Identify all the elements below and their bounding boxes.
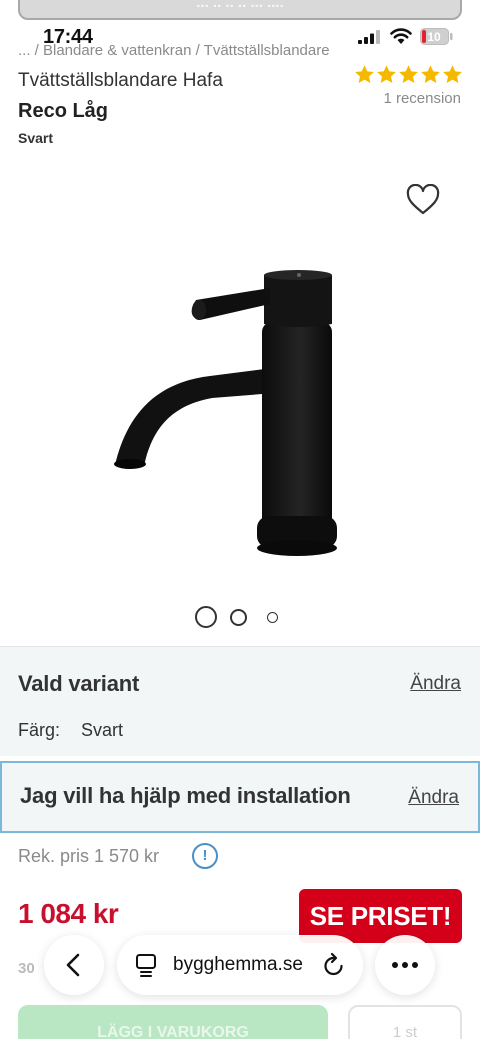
variant-color-value: Svart <box>81 720 124 740</box>
chevron-left-icon <box>66 953 80 977</box>
url-text[interactable]: bygghemma.se <box>173 954 303 976</box>
carousel-dots <box>195 606 285 630</box>
info-icon[interactable]: ! <box>192 843 218 869</box>
star-icon <box>421 65 440 83</box>
recommended-price: Rek. pris 1 570 kr <box>18 846 160 866</box>
product-title-line2: Reco Låg <box>18 100 109 122</box>
battery-level: 10 <box>427 30 441 44</box>
star-icon <box>377 65 396 83</box>
change-variant-link[interactable]: Ändra <box>410 673 461 695</box>
installation-help-panel[interactable]: Jag vill ha hjälp med installation Ändra <box>0 761 480 833</box>
top-banner[interactable]: ... .. .. .. ... .... <box>18 0 462 20</box>
browser-address-bar[interactable]: bygghemma.se <box>117 935 363 995</box>
product-title-line1: Tvättställsblandare Hafa <box>18 70 223 91</box>
reload-icon[interactable] <box>322 952 346 978</box>
battery-icon: 10 <box>420 28 454 45</box>
quantity-select[interactable]: 1 st <box>348 1005 462 1039</box>
obscured-text: 30 <box>18 960 35 977</box>
variant-title: Vald variant <box>18 671 140 696</box>
review-count[interactable]: 1 recension <box>383 90 461 107</box>
heart-icon[interactable] <box>405 184 441 216</box>
product-color: Svart <box>18 130 54 146</box>
carousel-dot-1[interactable] <box>195 606 217 628</box>
variant-color-label: Färg: <box>18 720 61 740</box>
current-price: 1 084 kr <box>18 898 119 929</box>
carousel-dot-2[interactable] <box>230 609 247 626</box>
selected-variant-panel: Vald variant Ändra Färg: Svart <box>0 646 480 756</box>
browser-back-button[interactable] <box>44 935 104 995</box>
page-menu-icon[interactable] <box>135 953 157 977</box>
breadcrumb[interactable]: ... / Blandare & vattenkran / Tvättställ… <box>18 42 330 59</box>
star-icon <box>355 65 374 83</box>
wifi-icon <box>390 28 412 44</box>
installation-title: Jag vill ha hjälp med installation <box>20 783 351 808</box>
star-icon <box>399 65 418 83</box>
carousel-dot-3[interactable] <box>267 612 278 623</box>
add-to-cart-button[interactable]: LÄGG I VARUKORG <box>18 1005 328 1039</box>
browser-more-button[interactable] <box>375 935 435 995</box>
change-installation-link[interactable]: Ändra <box>408 787 459 809</box>
star-icon <box>443 65 462 83</box>
cellular-signal-icon <box>358 30 380 44</box>
top-banner-text: ... .. .. .. ... .... <box>196 0 284 11</box>
rating-stars[interactable] <box>354 64 463 85</box>
faucet-image[interactable] <box>100 260 360 560</box>
more-dots-icon <box>392 962 418 968</box>
